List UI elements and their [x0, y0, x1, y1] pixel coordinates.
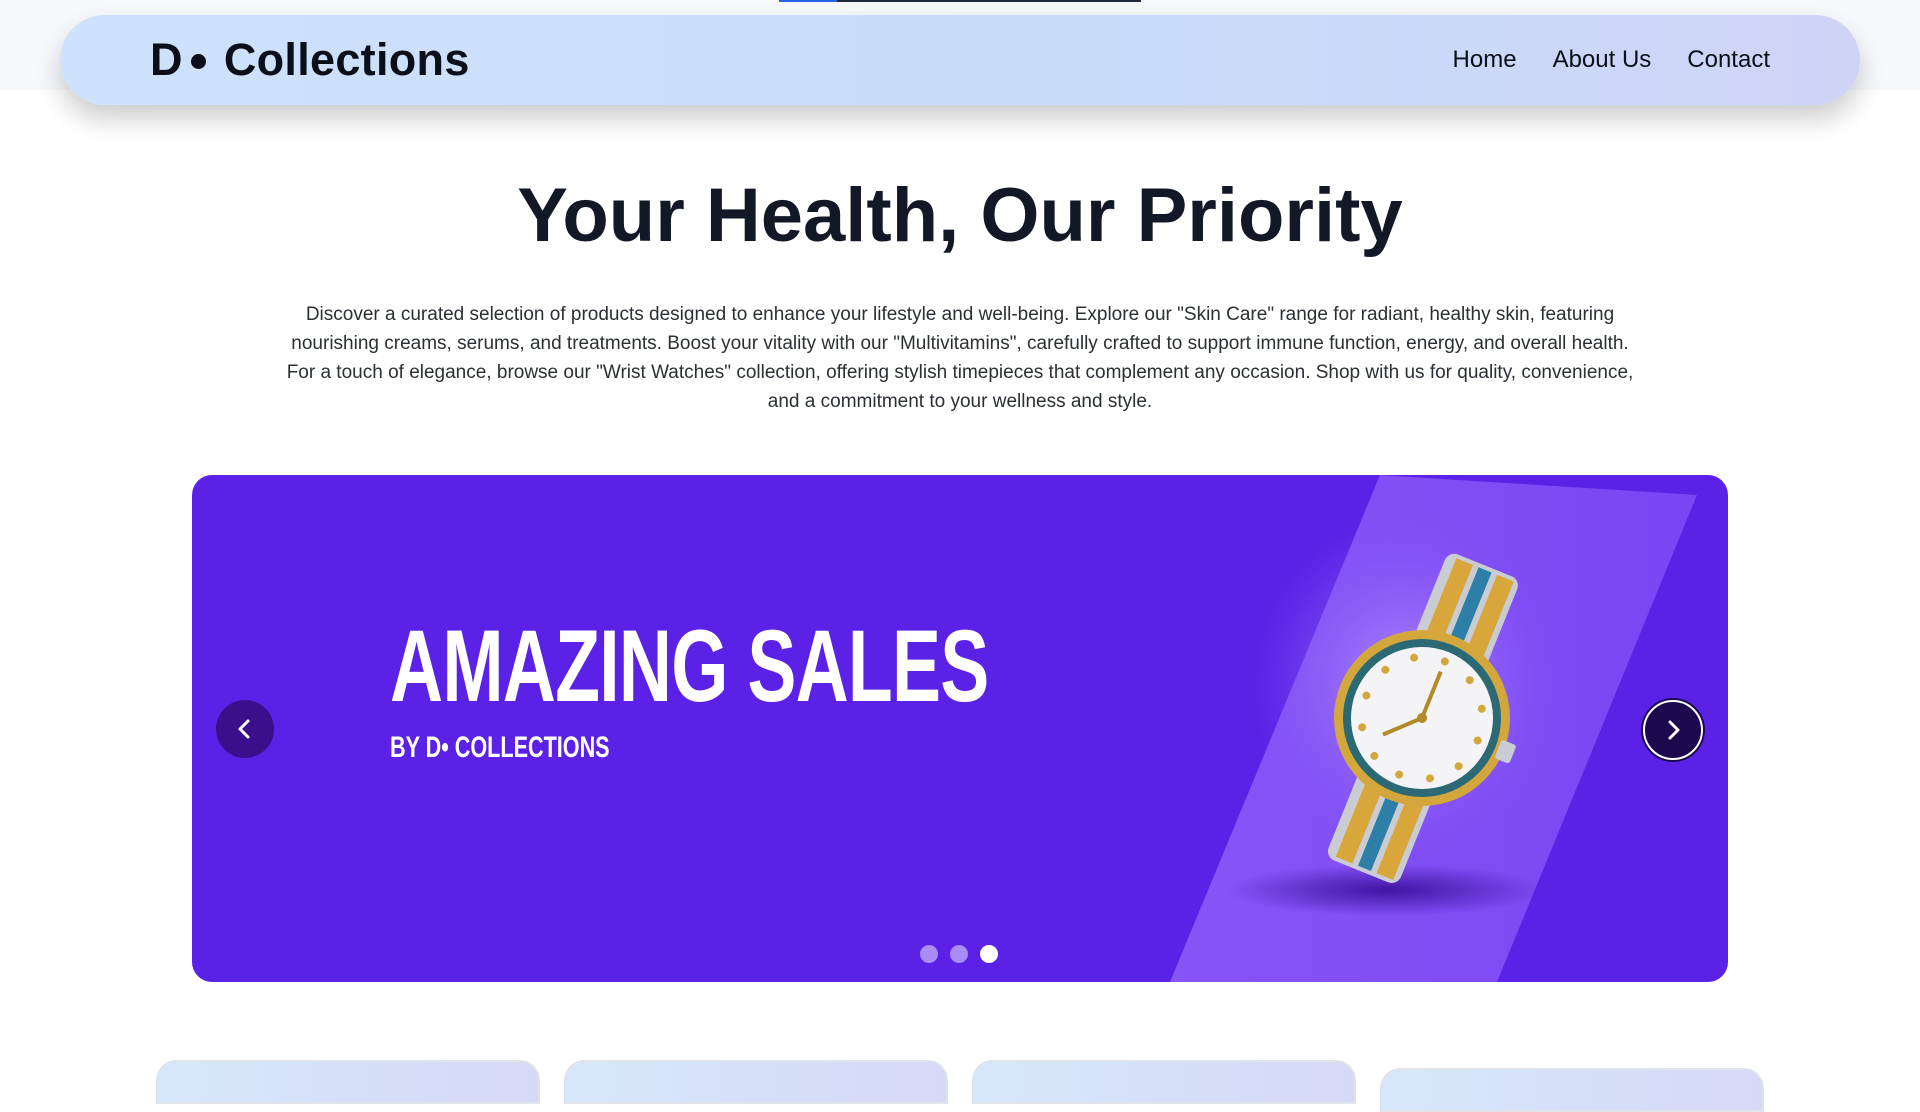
- brand-logo[interactable]: D Collections: [150, 15, 470, 105]
- brand-letter: D: [150, 34, 183, 85]
- brand-name: Collections: [223, 34, 470, 85]
- carousel-prev-button[interactable]: [216, 700, 274, 758]
- carousel-dot[interactable]: [920, 945, 938, 963]
- product-card[interactable]: [564, 1060, 948, 1104]
- slide-title: AMAZING SALES: [390, 609, 989, 723]
- product-card[interactable]: [156, 1060, 540, 1104]
- chevron-left-icon: [238, 719, 250, 739]
- slide-subtitle: BY D• COLLECTIONS: [390, 731, 610, 764]
- brand-dot-icon: [190, 53, 206, 69]
- carousel-next-button[interactable]: [1643, 700, 1703, 760]
- watch-image: [1327, 553, 1518, 883]
- nav-contact-link[interactable]: Contact: [1687, 46, 1770, 74]
- navbar: D Collections Home About Us Contact: [60, 15, 1860, 105]
- promo-carousel: AMAZING SALES BY D• COLLECTIONS: [192, 475, 1728, 982]
- nav-links: Home About Us Contact: [1453, 15, 1770, 105]
- carousel-dot[interactable]: [980, 945, 998, 963]
- nav-about-link[interactable]: About Us: [1553, 46, 1652, 74]
- carousel-dot[interactable]: [950, 945, 968, 963]
- product-card[interactable]: [972, 1060, 1356, 1104]
- page-loading-progress: [779, 0, 837, 2]
- product-card[interactable]: [1380, 1068, 1764, 1112]
- chevron-right-icon: [1668, 720, 1680, 740]
- page-loading-bar: [779, 0, 1141, 2]
- nav-home-link[interactable]: Home: [1453, 46, 1517, 74]
- hero-description: Discover a curated selection of products…: [286, 304, 1634, 412]
- hero-title: Your Health, Our Priority: [517, 173, 1403, 258]
- carousel-indicators: [920, 945, 998, 963]
